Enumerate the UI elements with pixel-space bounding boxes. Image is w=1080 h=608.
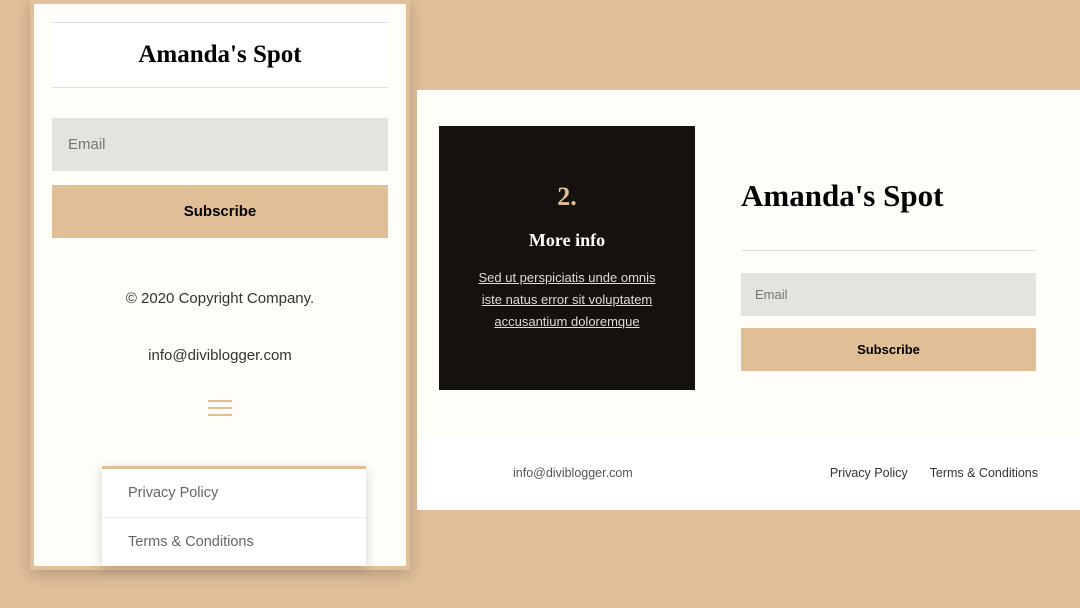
mobile-header: Amanda's Spot [52,14,388,88]
footer-bar: info@diviblogger.com Privacy Policy Term… [417,436,1080,510]
email-field[interactable] [52,118,388,171]
copyright-text: © 2020 Copyright Company. [52,290,388,307]
info-heading: More info [463,230,671,251]
info-body-link[interactable]: Sed ut perspiciatis unde omnis iste natu… [463,267,671,333]
footer-link-terms[interactable]: Terms & Conditions [930,466,1038,480]
subscribe-column: Amanda's Spot Subscribe [741,126,1058,390]
contact-email: info@diviblogger.com [513,466,633,480]
site-title: Amanda's Spot [52,41,388,87]
info-box: 2. More info Sed ut perspiciatis unde om… [439,126,695,390]
menu-item-privacy[interactable]: Privacy Policy [102,469,366,518]
email-field[interactable] [741,273,1036,316]
info-number: 2. [463,182,671,212]
site-title: Amanda's Spot [741,178,1036,214]
divider [52,22,388,23]
desktop-preview-card: 2. More info Sed ut perspiciatis unde om… [417,90,1080,510]
mobile-menu: Privacy Policy Terms & Conditions [102,466,366,566]
divider [741,250,1036,251]
subscribe-button[interactable]: Subscribe [52,185,388,238]
subscribe-form: Subscribe [52,88,388,238]
subscribe-button[interactable]: Subscribe [741,328,1036,371]
footer-links: Privacy Policy Terms & Conditions [830,466,1038,480]
footer-link-privacy[interactable]: Privacy Policy [830,466,908,480]
menu-item-terms[interactable]: Terms & Conditions [102,518,366,566]
mobile-preview-card: Amanda's Spot Subscribe © 2020 Copyright… [30,0,410,570]
hamburger-icon[interactable] [208,400,232,416]
contact-email: info@diviblogger.com [52,347,388,364]
